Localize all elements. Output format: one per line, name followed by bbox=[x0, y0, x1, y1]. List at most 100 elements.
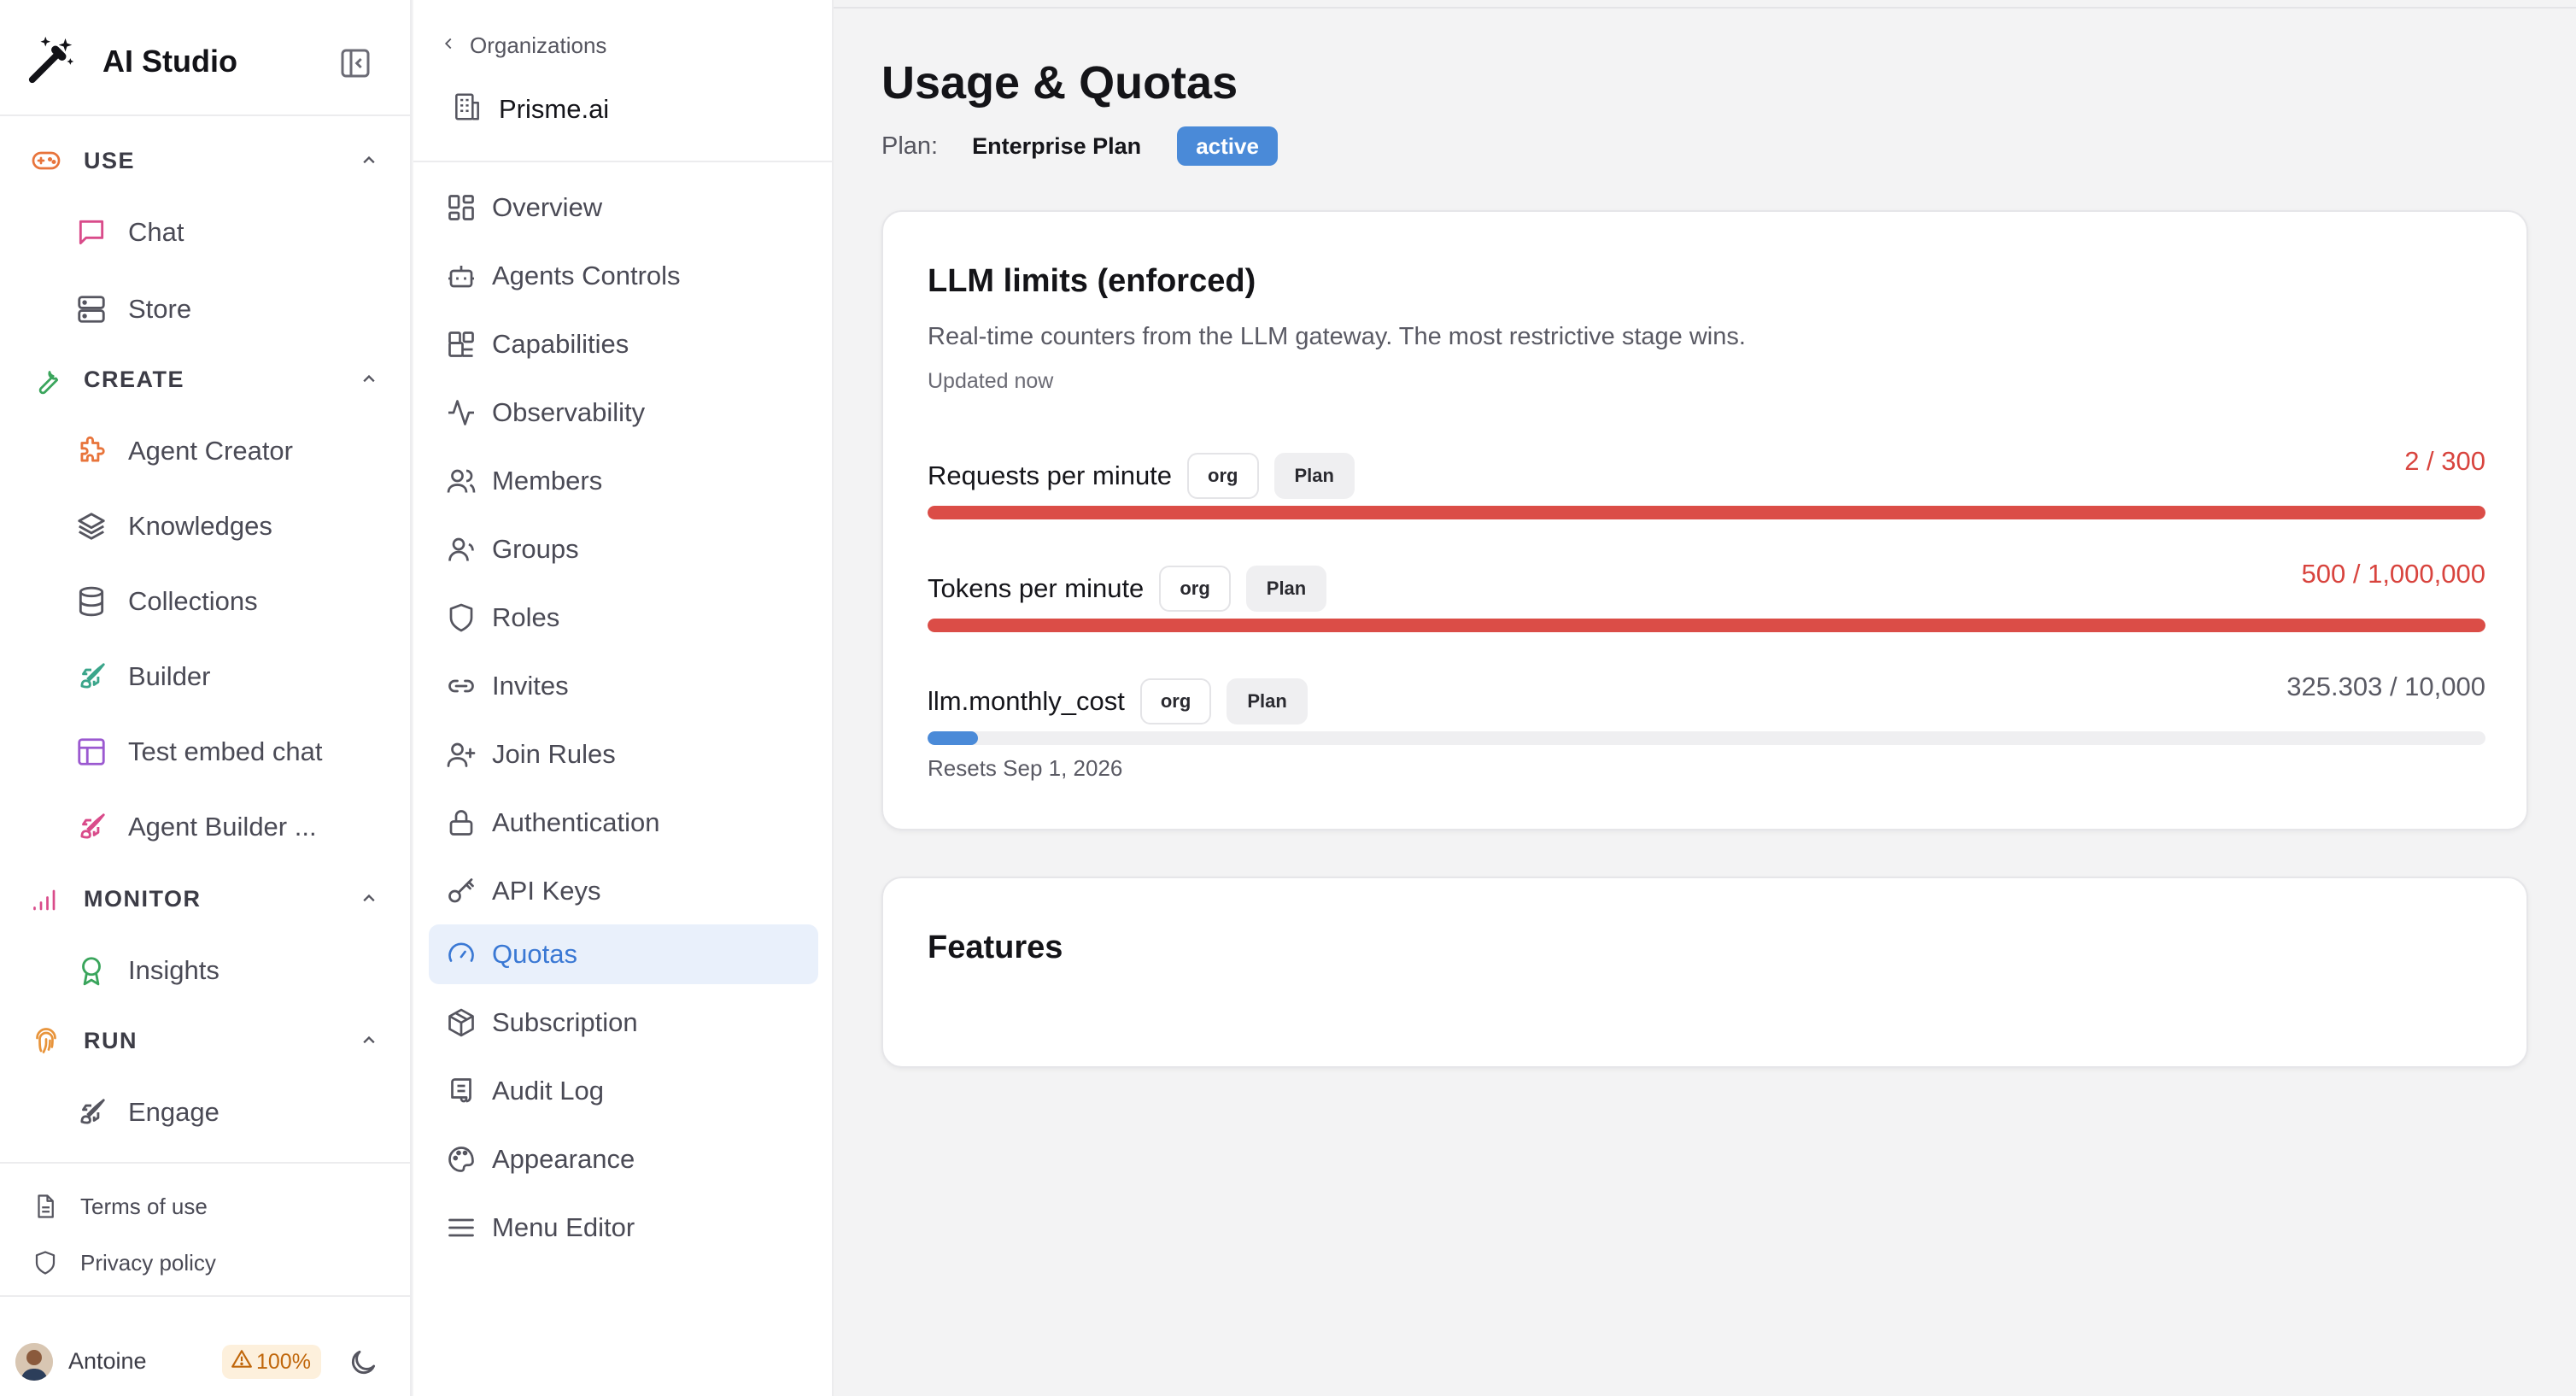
section-label: CREATE bbox=[84, 366, 185, 392]
nav-agents-controls[interactable]: Agents Controls bbox=[429, 246, 818, 306]
limit-row-requests: Requests per minute org Plan 2 / 300 bbox=[928, 443, 2485, 499]
nav-join-rules[interactable]: Join Rules bbox=[429, 724, 818, 784]
progress-fill bbox=[928, 619, 2485, 632]
layers-icon bbox=[75, 510, 108, 543]
sidebar-item-collections[interactable]: Collections bbox=[75, 578, 391, 625]
nav-label: Agents Controls bbox=[492, 261, 681, 290]
chevron-up-icon[interactable] bbox=[357, 1029, 381, 1053]
org-name-label: Prisme.ai bbox=[499, 93, 610, 124]
section-use[interactable]: USE bbox=[31, 140, 381, 181]
menu-icon bbox=[446, 1212, 477, 1243]
nav-capabilities[interactable]: Capabilities bbox=[429, 314, 818, 374]
sidebar-item-label: Insights bbox=[128, 955, 220, 985]
quota-badge-text: 100% bbox=[256, 1349, 311, 1374]
fingerprint-icon bbox=[31, 1025, 61, 1056]
section-create[interactable]: CREATE bbox=[31, 359, 381, 400]
collapse-sidebar-button[interactable] bbox=[338, 46, 372, 80]
sidebar-item-engage[interactable]: Engage bbox=[75, 1088, 391, 1136]
nav-label: API Keys bbox=[492, 876, 601, 906]
nav-label: Appearance bbox=[492, 1144, 635, 1174]
package-icon bbox=[446, 1007, 477, 1038]
privacy-label: Privacy policy bbox=[80, 1249, 216, 1276]
sidebar-item-insights[interactable]: Insights bbox=[75, 947, 391, 994]
layout-icon bbox=[75, 736, 108, 768]
brand[interactable]: AI Studio bbox=[26, 31, 237, 92]
nav-quotas[interactable]: Quotas bbox=[429, 924, 818, 984]
avatar[interactable] bbox=[15, 1343, 53, 1381]
server-icon bbox=[75, 293, 108, 326]
sidebar-item-test-embed-chat[interactable]: Test embed chat bbox=[75, 728, 391, 776]
section-label: USE bbox=[84, 147, 136, 173]
nav-invites[interactable]: Invites bbox=[429, 656, 818, 716]
rocket-icon bbox=[75, 660, 108, 693]
scope-chip: org bbox=[1139, 678, 1212, 724]
reset-date: Resets Sep 1, 2026 bbox=[928, 755, 1123, 781]
chevron-up-icon[interactable] bbox=[357, 367, 381, 391]
nav-subscription[interactable]: Subscription bbox=[429, 993, 818, 1053]
plan-label: Plan: bbox=[881, 132, 939, 160]
nav-label: Quotas bbox=[492, 939, 577, 969]
puzzle-icon bbox=[75, 435, 108, 467]
limit-value: 500 / 1,000,000 bbox=[2301, 559, 2485, 589]
nav-audit-log[interactable]: Audit Log bbox=[429, 1061, 818, 1121]
nav-label: Authentication bbox=[492, 807, 660, 837]
sidebar-item-label: Test embed chat bbox=[128, 736, 323, 766]
sidebar-item-agent-builder[interactable]: Agent Builder ... bbox=[75, 803, 391, 851]
theme-toggle-moon-icon[interactable] bbox=[347, 1346, 379, 1379]
shield-icon bbox=[446, 602, 477, 633]
nav-label: Subscription bbox=[492, 1007, 638, 1037]
sidebar-item-label: Knowledges bbox=[128, 511, 272, 541]
chevron-up-icon[interactable] bbox=[357, 149, 381, 173]
app-sidebar: AI Studio USE Chat Store CREATE Agent Cr… bbox=[0, 0, 412, 1396]
signal-icon bbox=[31, 883, 61, 914]
nav-menu-editor[interactable]: Menu Editor bbox=[429, 1198, 818, 1258]
sidebar-item-label: Builder bbox=[128, 661, 211, 691]
sidebar-item-label: Engage bbox=[128, 1097, 220, 1127]
sidebar-item-builder[interactable]: Builder bbox=[75, 653, 391, 701]
source-chip: Plan bbox=[1245, 566, 1327, 612]
org-name: Prisme.ai bbox=[451, 91, 609, 127]
section-monitor[interactable]: MONITOR bbox=[31, 878, 381, 919]
limit-value: 325.303 / 10,000 bbox=[2286, 672, 2485, 701]
nav-observability[interactable]: Observability bbox=[429, 383, 818, 443]
rocket-icon bbox=[75, 811, 108, 843]
limit-label: llm.monthly_cost bbox=[928, 686, 1125, 716]
nav-roles[interactable]: Roles bbox=[429, 588, 818, 648]
palette-icon bbox=[446, 1144, 477, 1175]
user-name[interactable]: Antoine bbox=[68, 1348, 147, 1375]
nav-label: Invites bbox=[492, 671, 569, 701]
scope-chip: org bbox=[1187, 453, 1259, 499]
nav-authentication[interactable]: Authentication bbox=[429, 793, 818, 853]
users-icon bbox=[446, 466, 477, 496]
back-to-organizations[interactable]: Organizations bbox=[439, 32, 606, 59]
sidebar-item-chat[interactable]: Chat bbox=[75, 208, 391, 256]
chevron-up-icon[interactable] bbox=[357, 887, 381, 911]
sidebar-divider bbox=[0, 1295, 412, 1297]
quota-warning-badge[interactable]: 100% bbox=[222, 1345, 321, 1379]
sidebar-item-store[interactable]: Store bbox=[75, 285, 391, 333]
nav-overview[interactable]: Overview bbox=[429, 178, 818, 238]
terms-link[interactable]: Terms of use bbox=[32, 1189, 208, 1223]
nav-appearance[interactable]: Appearance bbox=[429, 1129, 818, 1189]
shield-icon bbox=[32, 1250, 58, 1276]
group-icon bbox=[446, 534, 477, 565]
privacy-link[interactable]: Privacy policy bbox=[32, 1246, 216, 1280]
nav-groups[interactable]: Groups bbox=[429, 519, 818, 579]
card-title: Features bbox=[928, 930, 1063, 965]
gamepad-icon bbox=[31, 145, 61, 176]
limit-name: llm.monthly_cost org Plan bbox=[928, 678, 1308, 724]
limit-label: Tokens per minute bbox=[928, 573, 1145, 603]
nav-members[interactable]: Members bbox=[429, 451, 818, 511]
top-border bbox=[834, 0, 2576, 9]
user-plus-icon bbox=[446, 739, 477, 770]
llm-limits-card: LLM limits (enforced) Real-time counters… bbox=[881, 210, 2528, 830]
sidebar-item-label: Collections bbox=[128, 586, 258, 616]
section-run[interactable]: RUN bbox=[31, 1020, 381, 1061]
sidebar-divider bbox=[0, 114, 412, 116]
nav-label: Groups bbox=[492, 534, 579, 564]
sidebar-item-knowledges[interactable]: Knowledges bbox=[75, 502, 391, 550]
sidebar-item-agent-creator[interactable]: Agent Creator bbox=[75, 427, 391, 475]
limit-name: Requests per minute org Plan bbox=[928, 453, 1355, 499]
nav-api-keys[interactable]: API Keys bbox=[429, 861, 818, 921]
limit-label: Requests per minute bbox=[928, 460, 1173, 490]
